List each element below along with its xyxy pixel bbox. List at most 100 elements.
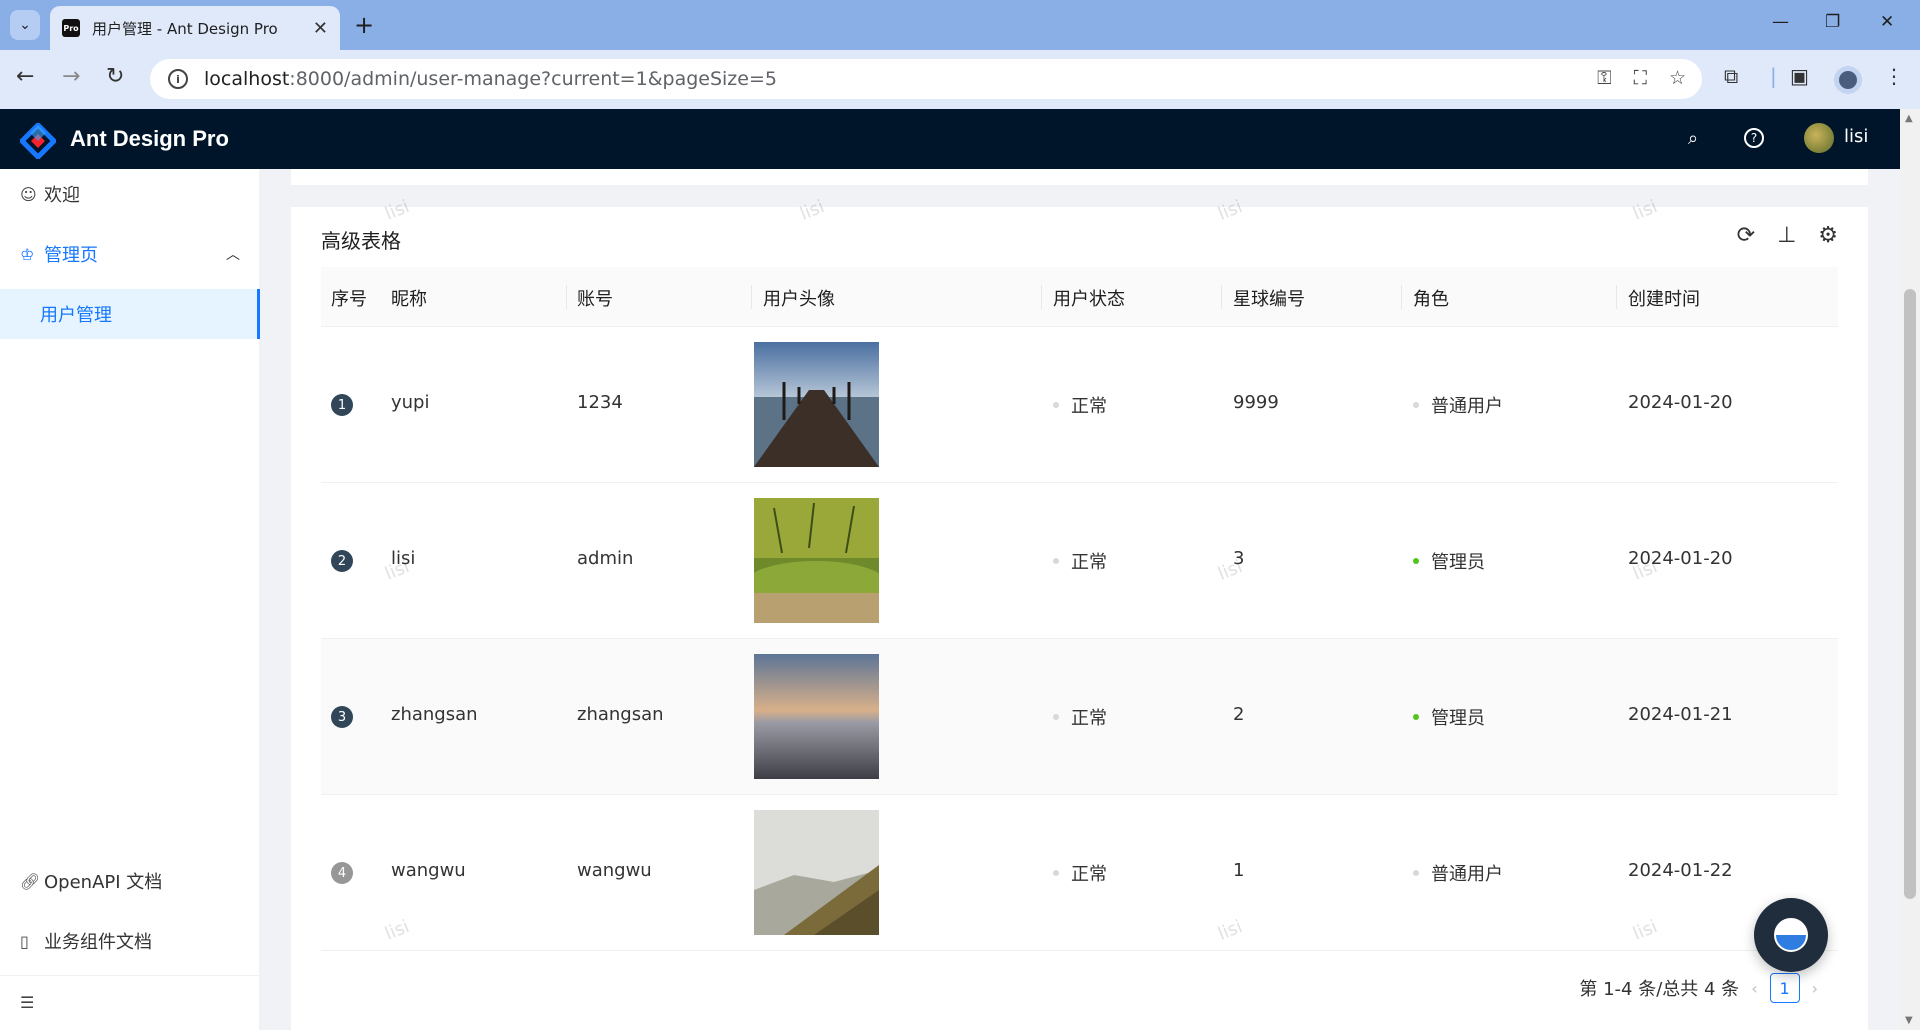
cell-created: 2024-01-22 (1628, 860, 1733, 881)
col-avatar: 用户头像 (763, 289, 835, 310)
row-index-badge: 4 (331, 862, 353, 884)
page-scrollbar[interactable]: ▲ ▼ (1900, 109, 1920, 1030)
avatar[interactable] (1804, 123, 1834, 153)
scrollbar-thumb[interactable] (1904, 289, 1916, 899)
setting-icon[interactable]: ⚙ (1818, 223, 1838, 248)
favicon-icon: Pro (62, 19, 80, 37)
sidebar: ☺ 欢迎 ♔ 管理页 ︿ 用户管理 🔗︎ OpenAPI 文档 ▯ 业务组件文档… (0, 169, 260, 1030)
menu-fold-icon: ☰ (20, 992, 35, 1012)
page-header-strip (291, 169, 1868, 185)
crown-icon: ♔ (20, 244, 35, 264)
page-number-button[interactable]: 1 (1769, 973, 1800, 1003)
reload-icon[interactable]: ↻ (106, 64, 124, 89)
cell-status: 正常 (1053, 548, 1107, 574)
sidebar-item-admin[interactable]: ♔ 管理页 ︿ (0, 229, 260, 279)
cell-planet: 9999 (1233, 392, 1279, 413)
close-tab-icon[interactable]: ✕ (313, 18, 328, 39)
password-key-icon[interactable]: ⚿ (1597, 67, 1611, 89)
col-account: 账号 (577, 289, 613, 310)
col-planet: 星球编号 (1233, 289, 1305, 310)
url-text: localhost:8000/admin/user-manage?current… (204, 68, 777, 90)
translate-icon[interactable]: ⛶ (1634, 67, 1647, 89)
pagination: 第 1-4 条/总共 4 条 ‹ 1 › (1579, 973, 1830, 1003)
table-title: 高级表格 (321, 229, 401, 253)
profile-avatar[interactable] (1834, 66, 1862, 94)
restore-button[interactable]: ❐ (1825, 12, 1840, 32)
cell-nickname: zhangsan (391, 704, 478, 725)
sidebar-item-openapi[interactable]: 🔗︎ OpenAPI 文档 (0, 856, 260, 906)
close-window-button[interactable]: ✕ (1880, 12, 1894, 32)
search-icon[interactable]: ⌕ (1688, 128, 1698, 149)
address-bar[interactable]: i localhost:8000/admin/user-manage?curre… (150, 59, 1702, 99)
cell-account: zhangsan (577, 704, 664, 725)
link-icon: 🔗︎ (20, 871, 41, 891)
avatar-image-mountain[interactable] (754, 810, 879, 935)
floating-assistant-button[interactable] (1754, 898, 1828, 972)
chevron-up-icon: ︿ (226, 247, 240, 263)
sidebar-item-welcome[interactable]: ☺ 欢迎 (0, 169, 260, 219)
cell-planet: 1 (1233, 860, 1245, 881)
ant-design-logo-icon[interactable] (20, 123, 56, 159)
pagination-summary: 第 1-4 条/总共 4 条 (1579, 979, 1740, 1000)
row-index-badge: 1 (331, 394, 353, 416)
table-row: 1 yupi 1234 正常 9999 普通用户 2024-01-20 (321, 327, 1838, 483)
col-role: 角色 (1413, 289, 1449, 310)
cell-role: 普通用户 (1413, 860, 1503, 886)
book-icon: ▯ (20, 931, 29, 951)
table-card: 高级表格 ⟳ ⊥ ⚙ 序号 昵称 账号 用户头像 用户状态 星球编号 角色 创建… (291, 207, 1868, 1030)
toolbar-divider: | (1770, 64, 1777, 88)
minimize-button[interactable]: — (1772, 12, 1789, 32)
row-index-badge: 3 (331, 706, 353, 728)
sidebar-divider (0, 975, 260, 976)
browser-tab[interactable]: Pro 用户管理 - Ant Design Pro ✕ (50, 6, 340, 50)
bookmark-star-icon[interactable]: ☆ (1669, 67, 1686, 89)
col-index: 序号 (331, 289, 367, 310)
site-info-icon[interactable]: i (168, 69, 188, 89)
col-created: 创建时间 (1628, 289, 1700, 310)
cell-role: 普通用户 (1413, 392, 1503, 418)
next-page-icon[interactable]: › (1812, 979, 1818, 998)
density-icon[interactable]: ⊥ (1777, 223, 1796, 248)
cell-status: 正常 (1053, 860, 1107, 886)
cell-account: 1234 (577, 392, 623, 413)
col-status: 用户状态 (1053, 289, 1125, 310)
smile-icon: ☺ (20, 184, 37, 204)
browser-tab-bar: ⌄ Pro 用户管理 - Ant Design Pro ✕ + — ❐ ✕ (0, 0, 1920, 50)
avatar-image-pier[interactable] (754, 342, 879, 467)
sidebar-item-component-docs[interactable]: ▯ 业务组件文档 (0, 916, 260, 966)
collapse-sidebar-button[interactable]: ☰ (0, 977, 260, 1027)
extensions-icon[interactable]: ⧉ (1724, 64, 1738, 88)
cell-status: 正常 (1053, 392, 1107, 418)
scroll-up-icon[interactable]: ▲ (1905, 113, 1913, 124)
table-row: 4 wangwu wangwu 正常 1 普通用户 2024-01-22 (321, 795, 1838, 951)
cell-role: 管理员 (1413, 704, 1485, 730)
cell-account: admin (577, 548, 634, 569)
tab-title: 用户管理 - Ant Design Pro (92, 19, 278, 38)
cell-nickname: yupi (391, 392, 430, 413)
col-nickname: 昵称 (391, 289, 427, 310)
header-username[interactable]: lisi (1844, 126, 1868, 147)
cell-created: 2024-01-20 (1628, 392, 1733, 413)
assistant-icon (1774, 918, 1808, 952)
more-menu-icon[interactable]: ⋮ (1884, 64, 1904, 88)
reload-icon[interactable]: ⟳ (1737, 223, 1755, 248)
cell-created: 2024-01-21 (1628, 704, 1733, 725)
cell-planet: 2 (1233, 704, 1245, 725)
side-panel-icon[interactable]: ▣ (1790, 64, 1809, 88)
app-title[interactable]: Ant Design Pro (70, 126, 229, 152)
table-row: 2 lisi admin 正常 3 管理员 2024-01-20 (321, 483, 1838, 639)
avatar-image-moss[interactable] (754, 498, 879, 623)
table-row: 3 zhangsan zhangsan 正常 2 管理员 2024-01-21 (321, 639, 1838, 795)
back-icon[interactable]: ← (16, 64, 34, 89)
sidebar-item-user-manage[interactable]: 用户管理 (0, 289, 260, 339)
cell-role: 管理员 (1413, 548, 1485, 574)
scroll-down-icon[interactable]: ▼ (1905, 1015, 1913, 1026)
cell-account: wangwu (577, 860, 652, 881)
tab-search-button[interactable]: ⌄ (10, 10, 40, 40)
avatar-image-sunset[interactable] (754, 654, 879, 779)
forward-icon[interactable]: → (62, 64, 80, 89)
cell-status: 正常 (1053, 704, 1107, 730)
prev-page-icon[interactable]: ‹ (1751, 979, 1757, 998)
new-tab-button[interactable]: + (354, 11, 374, 39)
question-icon[interactable]: ? (1744, 128, 1764, 148)
